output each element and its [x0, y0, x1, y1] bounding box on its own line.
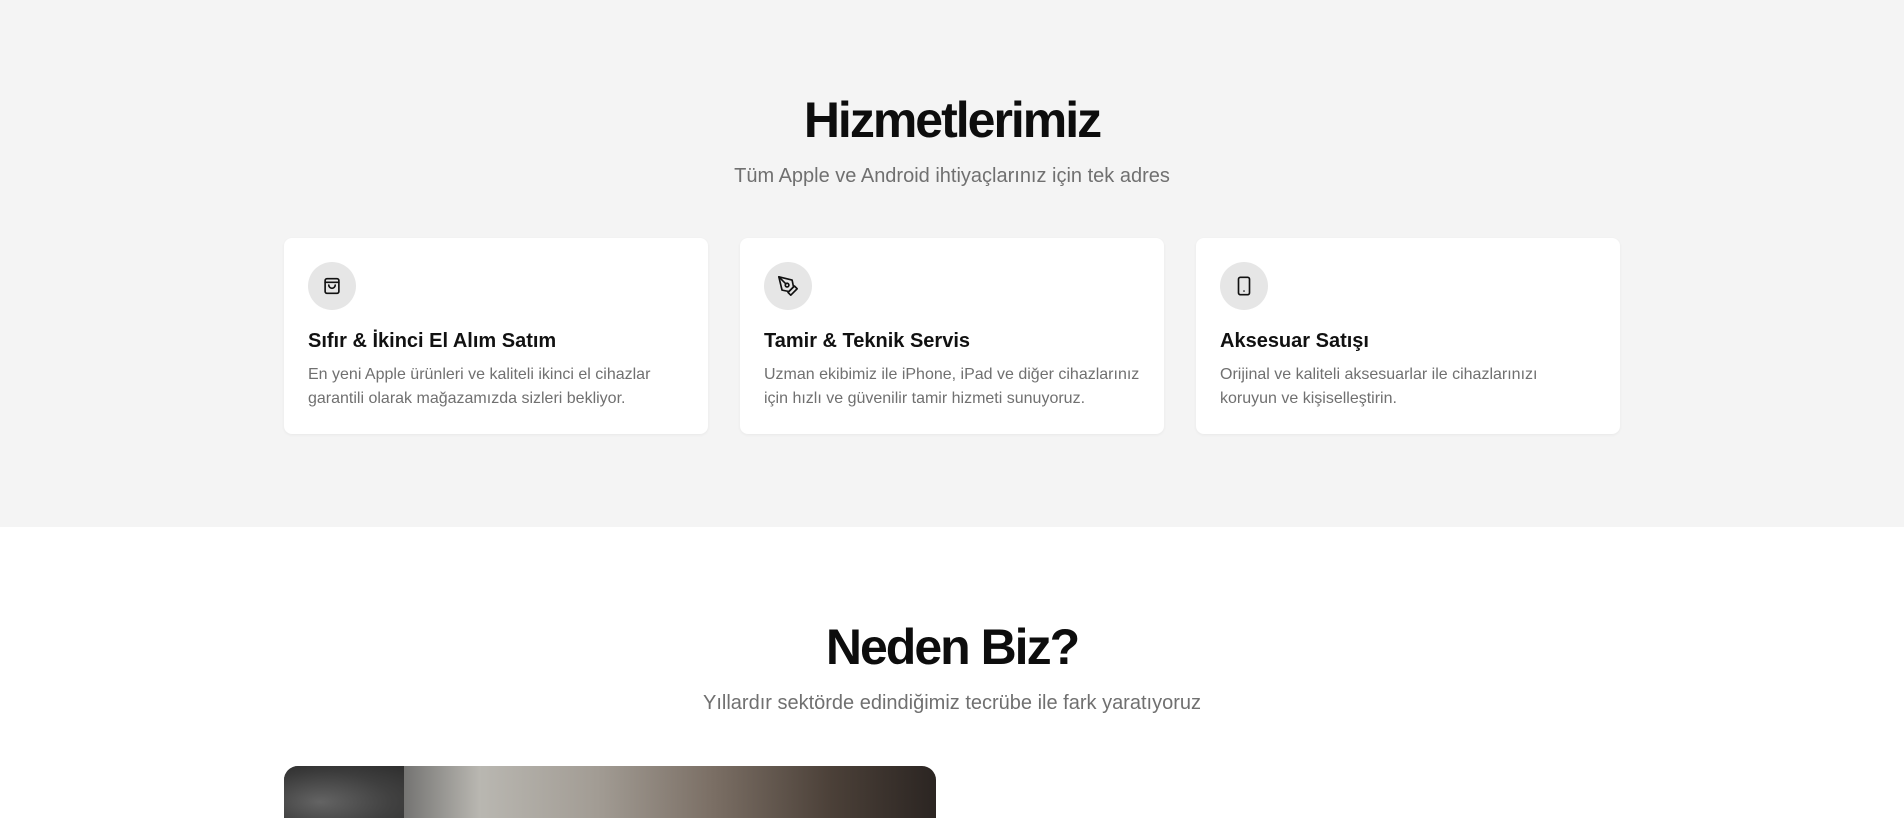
service-card-title: Sıfır & İkinci El Alım Satım	[308, 330, 557, 352]
service-card-description-line: için hızlı ve güvenilir tamir hizmeti su…	[764, 390, 1086, 407]
service-card-title: Aksesuar Satışı	[1220, 330, 1369, 352]
service-card-description-line: Uzman ekibimiz ile iPhone, iPad ve diğer…	[764, 366, 1140, 383]
why-us-image-shade	[284, 766, 404, 818]
shopping-bag-icon	[308, 262, 356, 310]
why-us-image	[284, 766, 936, 818]
service-card-buy-sell[interactable]: Sıfır & İkinci El Alım Satım En yeni App…	[284, 238, 708, 434]
why-us-section: Neden Biz? Yıllardır sektörde edindiğimi…	[0, 527, 1904, 818]
service-card-description-line: Orijinal ve kaliteli aksesuarlar ile cih…	[1220, 366, 1538, 383]
service-card-description-line: garantili olarak mağazamızda sizleri bek…	[308, 390, 626, 407]
smartphone-icon	[1220, 262, 1268, 310]
pen-tool-icon	[764, 262, 812, 310]
service-card-description-line: En yeni Apple ürünleri ve kaliteli ikinc…	[308, 366, 651, 383]
service-card-title: Tamir & Teknik Servis	[764, 330, 971, 352]
service-card-description: Orijinal ve kaliteli aksesuarlar ile cih…	[1220, 363, 1596, 411]
services-card-list: Sıfır & İkinci El Alım Satım En yeni App…	[284, 238, 1620, 434]
service-card-description-line: koruyun ve kişiselleştirin.	[1220, 390, 1397, 407]
services-subtitle: Tüm Apple ve Android ihtiyaçlarınız için…	[734, 165, 1170, 187]
service-card-accessories[interactable]: Aksesuar Satışı Orijinal ve kaliteli aks…	[1196, 238, 1620, 434]
services-title: Hizmetlerimiz	[803, 92, 1102, 148]
why-us-title: Neden Biz?	[825, 619, 1080, 675]
service-card-repair[interactable]: Tamir & Teknik Servis Uzman ekibimiz ile…	[740, 238, 1164, 434]
services-section: Hizmetlerimiz Tüm Apple ve Android ihtiy…	[0, 0, 1904, 527]
service-card-description: Uzman ekibimiz ile iPhone, iPad ve diğer…	[764, 363, 1140, 411]
why-us-subtitle: Yıllardır sektörde edindiğimiz tecrübe i…	[703, 692, 1201, 714]
service-card-description: En yeni Apple ürünleri ve kaliteli ikinc…	[308, 363, 684, 411]
